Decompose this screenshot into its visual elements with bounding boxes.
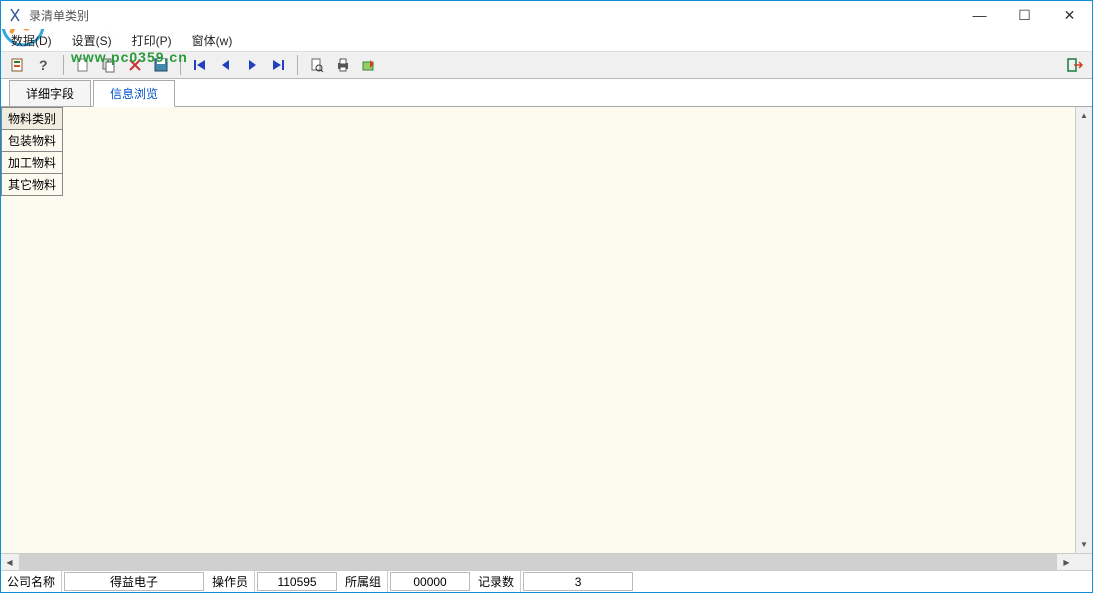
tab-detail[interactable]: 详细字段 — [9, 80, 91, 107]
menu-print[interactable]: 打印(P) — [128, 30, 176, 51]
status-company-value: 得益电子 — [64, 572, 204, 591]
nav-first-icon[interactable] — [189, 54, 211, 76]
tool-help-icon[interactable]: ? — [33, 54, 55, 76]
maximize-button[interactable]: ☐ — [1002, 1, 1047, 29]
tab-browse[interactable]: 信息浏览 — [93, 80, 175, 107]
table-row: 加工物料 — [2, 152, 63, 174]
scroll-thumb[interactable] — [19, 554, 1057, 570]
tool-form-icon[interactable] — [7, 54, 29, 76]
data-table[interactable]: 物料类别 包装物料 加工物料 其它物料 — [1, 107, 63, 196]
scroll-right-icon[interactable]: ▶ — [1058, 554, 1075, 570]
status-count-value: 3 — [523, 572, 633, 591]
app-window: 河东软件园 www.pc0359.cn 录清单类别 — ☐ ✕ 数据(D) 设置… — [0, 0, 1093, 593]
app-icon — [7, 7, 23, 23]
table-cell[interactable]: 其它物料 — [2, 174, 63, 196]
title-bar[interactable]: 录清单类别 — ☐ ✕ — [1, 1, 1092, 29]
nav-prev-icon[interactable] — [215, 54, 237, 76]
tool-export-icon[interactable] — [358, 54, 380, 76]
status-count-label: 记录数 — [472, 571, 521, 592]
scroll-down-icon[interactable]: ▼ — [1076, 536, 1092, 553]
toolbar-separator — [297, 55, 298, 75]
watermark-url: www.pc0359.cn — [71, 49, 188, 65]
table-row: 包装物料 — [2, 130, 63, 152]
status-operator-value: 110595 — [257, 572, 337, 591]
vertical-scrollbar[interactable]: ▲ ▼ — [1075, 107, 1092, 553]
menu-data[interactable]: 数据(D) — [7, 30, 56, 51]
tool-print-icon[interactable] — [332, 54, 354, 76]
toolbar-separator — [63, 55, 64, 75]
scroll-corner — [1075, 554, 1092, 570]
status-operator-label: 操作员 — [206, 571, 255, 592]
minimize-button[interactable]: — — [957, 1, 1002, 29]
window-controls: — ☐ ✕ — [957, 1, 1092, 29]
data-pane[interactable]: 物料类别 包装物料 加工物料 其它物料 — [1, 107, 1075, 553]
tool-exit-icon[interactable] — [1064, 54, 1086, 76]
menu-form[interactable]: 窗体(w) — [188, 30, 237, 51]
status-spacer — [635, 571, 1092, 592]
status-bar: 公司名称 得益电子 操作员 110595 所属组 00000 记录数 3 — [1, 570, 1092, 592]
tab-strip: 详细字段 信息浏览 — [1, 79, 1092, 107]
menu-settings[interactable]: 设置(S) — [68, 30, 116, 51]
nav-next-icon[interactable] — [241, 54, 263, 76]
scroll-track[interactable] — [1076, 124, 1092, 536]
table-cell[interactable]: 加工物料 — [2, 152, 63, 174]
table-cell[interactable]: 包装物料 — [2, 130, 63, 152]
column-header[interactable]: 物料类别 — [2, 108, 63, 130]
content-area: 物料类别 包装物料 加工物料 其它物料 ▲ ▼ — [1, 107, 1092, 553]
table-row: 其它物料 — [2, 174, 63, 196]
window-title: 录清单类别 — [29, 7, 89, 24]
menu-bar: 数据(D) 设置(S) 打印(P) 窗体(w) — [1, 29, 1092, 51]
status-group-label: 所属组 — [339, 571, 388, 592]
scroll-left-icon[interactable]: ◀ — [1, 554, 18, 570]
horizontal-scrollbar[interactable]: ◀ ▶ — [1, 553, 1092, 570]
tool-preview-icon[interactable] — [306, 54, 328, 76]
nav-last-icon[interactable] — [267, 54, 289, 76]
svg-text:?: ? — [39, 57, 48, 73]
scroll-up-icon[interactable]: ▲ — [1076, 107, 1092, 124]
status-group-value: 00000 — [390, 572, 470, 591]
status-company-label: 公司名称 — [1, 571, 62, 592]
close-button[interactable]: ✕ — [1047, 1, 1092, 29]
